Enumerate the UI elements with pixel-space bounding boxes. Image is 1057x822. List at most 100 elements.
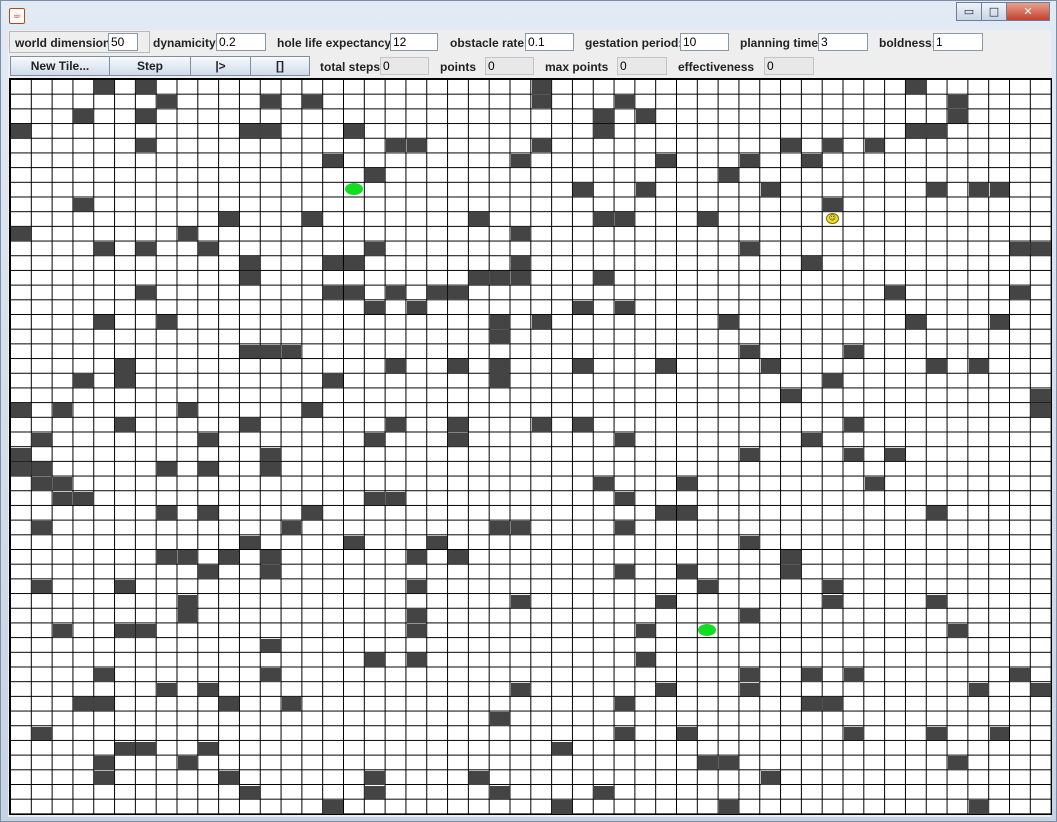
obstacle-tile — [260, 124, 281, 138]
obstacle-tile — [1010, 285, 1031, 300]
obstacle-tile — [614, 432, 635, 447]
obstacle-tile — [323, 800, 344, 814]
obstacle-tile — [156, 94, 177, 109]
minimize-button[interactable]: ▭ — [956, 2, 982, 21]
obstacle-tile — [344, 285, 364, 300]
obstacle-tile — [94, 770, 115, 785]
obstacle-tile — [906, 124, 927, 138]
obstacle-tile — [94, 315, 115, 329]
obstacle-tile — [718, 315, 739, 329]
obstacle-tile — [94, 80, 115, 94]
obstacle-tile — [677, 726, 698, 741]
obstacle-tile — [385, 418, 406, 432]
obstacle-tile — [864, 138, 885, 153]
close-button[interactable]: ✕ — [1006, 2, 1050, 21]
obstacle-tile — [156, 682, 177, 697]
obstacle-tile — [802, 697, 822, 712]
obstacle-tile — [614, 212, 635, 226]
obstacle-tile — [240, 256, 260, 271]
obstacle-tile — [281, 697, 302, 712]
obstacle-tile — [760, 359, 781, 373]
play-button[interactable]: |> — [190, 56, 251, 76]
tile-world-grid[interactable]: ☺ — [9, 78, 1052, 815]
obstacle-tile — [968, 800, 989, 814]
obstacle-tile — [739, 668, 760, 682]
obstacle-tile — [115, 579, 135, 594]
obstacle-tile — [489, 374, 510, 388]
obstacle-tile — [843, 447, 864, 462]
obstacle-tile — [822, 138, 843, 153]
obstacle-tile — [1031, 388, 1051, 403]
obstacle-tile — [219, 770, 239, 785]
world-dimension-label: world dimension — [15, 36, 111, 50]
obstacle-tile — [364, 241, 385, 256]
toolbar: New Tile... Step |> [] total steps 0 poi… — [8, 54, 1051, 78]
points-value: 0 — [485, 57, 534, 75]
obstacle-tile — [177, 227, 198, 241]
obstacle-tile — [489, 712, 510, 726]
obstacle-tile — [198, 462, 219, 476]
obstacle-tile — [240, 418, 260, 432]
obstacle-tile — [135, 741, 156, 756]
obstacle-tile — [427, 285, 448, 300]
obstacle-tile — [73, 374, 94, 388]
obstacle-rate-field[interactable]: 0.1 — [525, 33, 574, 51]
obstacle-tile — [760, 182, 781, 197]
obstacle-tile — [11, 124, 31, 138]
java-app-icon[interactable]: ☕ — [9, 8, 25, 24]
boldness-label: boldness: — [879, 36, 936, 50]
effectiveness-label: effectiveness — [678, 60, 755, 74]
obstacle-tile — [115, 374, 135, 388]
obstacle-tile — [593, 785, 614, 800]
parameters-bar: world dimension 50 dynamicity: 0.2 hole … — [8, 30, 1051, 54]
boldness-field[interactable]: 1 — [933, 33, 983, 51]
world-dimension-field[interactable]: 50 — [108, 33, 138, 51]
obstacle-tile — [1031, 682, 1051, 697]
obstacle-tile — [760, 770, 781, 785]
obstacle-tile — [11, 403, 31, 418]
obstacle-tile — [31, 521, 52, 535]
obstacle-tile — [510, 271, 531, 285]
obstacle-tile — [177, 594, 198, 609]
new-tile-button[interactable]: New Tile... — [10, 56, 110, 76]
dynamicity-field[interactable]: 0.2 — [216, 33, 266, 51]
obstacle-tile — [802, 432, 822, 447]
obstacle-tile — [593, 124, 614, 138]
main-panel: world dimension 50 dynamicity: 0.2 hole … — [8, 30, 1052, 817]
obstacle-tile — [843, 418, 864, 432]
obstacle-tile — [510, 682, 531, 697]
stop-button[interactable]: [] — [250, 56, 310, 76]
obstacle-tile — [52, 403, 73, 418]
obstacle-tile — [177, 403, 198, 418]
obstacle-tile — [531, 80, 552, 94]
hole-life-expectancy-field[interactable]: 12 — [390, 33, 438, 51]
obstacle-tile — [822, 594, 843, 609]
obstacle-tile — [94, 668, 115, 682]
total-steps-label: total steps — [320, 60, 381, 74]
obstacle-tile — [698, 212, 718, 226]
obstacle-tile — [656, 506, 677, 520]
obstacle-tile — [198, 565, 219, 579]
obstacle-tile — [240, 124, 260, 138]
obstacle-tile — [302, 94, 323, 109]
obstacle-tile — [885, 285, 906, 300]
step-button[interactable]: Step — [109, 56, 191, 76]
obstacle-tile — [364, 785, 385, 800]
obstacle-tile — [781, 388, 802, 403]
obstacle-tile — [260, 550, 281, 565]
hole-marker — [698, 624, 717, 637]
planning-time-field[interactable]: 3 — [818, 33, 868, 51]
obstacle-tile — [489, 359, 510, 373]
obstacle-tile — [135, 80, 156, 94]
gestation-period-field[interactable]: 10 — [680, 33, 729, 51]
maximize-button[interactable]: □ — [981, 2, 1007, 21]
obstacle-tile — [802, 153, 822, 168]
obstacle-tile — [593, 271, 614, 285]
obstacle-tile — [614, 697, 635, 712]
obstacle-tile — [219, 697, 239, 712]
obstacle-tile — [989, 726, 1010, 741]
obstacle-tile — [52, 623, 73, 638]
obstacle-tile — [947, 756, 968, 770]
obstacle-tile — [240, 535, 260, 550]
obstacle-tile — [156, 315, 177, 329]
